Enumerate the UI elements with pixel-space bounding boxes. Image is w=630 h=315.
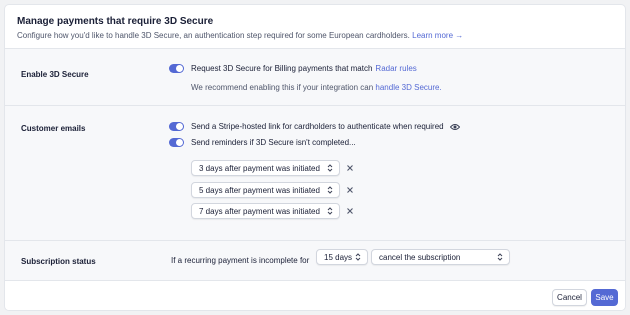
subscription-status-label: Subscription status (21, 257, 96, 266)
reminder-select-2[interactable]: 5 days after payment was initiated (191, 182, 340, 198)
reminder-select-3-value: 7 days after payment was initiated (199, 206, 320, 216)
toggle-on-icon[interactable] (169, 138, 184, 147)
save-button[interactable]: Save (591, 289, 618, 306)
page-title: Manage payments that require 3D Secure (17, 16, 214, 27)
enable-3ds-note: We recommend enabling this if your integ… (191, 83, 442, 92)
enable-3ds-note-text: We recommend enabling this if your integ… (191, 83, 374, 92)
days-select[interactable]: 15 days (316, 249, 368, 265)
radar-rules-link[interactable]: Radar rules (375, 64, 416, 73)
reminder-select-1[interactable]: 3 days after payment was initiated (191, 160, 340, 176)
chevron-updown-icon (355, 253, 361, 261)
learn-more-link[interactable]: Learn more → (412, 31, 463, 40)
email-option-2-text: Send reminders if 3D Secure isn't comple… (191, 138, 356, 147)
reminder-select-3[interactable]: 7 days after payment was initiated (191, 203, 340, 219)
chevron-updown-icon (497, 253, 503, 261)
reminder-select-1-value: 3 days after payment was initiated (199, 163, 320, 173)
toggle-on-icon[interactable] (169, 64, 184, 73)
enable-3ds-label: Enable 3D Secure (21, 70, 89, 79)
action-select[interactable]: cancel the subscription (371, 249, 510, 265)
enable-3ds-row: Request 3D Secure for Billing payments t… (169, 64, 417, 73)
reminder-select-2-value: 5 days after payment was initiated (199, 185, 320, 195)
handle-3ds-link[interactable]: handle 3D Secure. (375, 83, 441, 92)
chevron-updown-icon (327, 186, 333, 194)
arrow-right-icon: → (455, 31, 464, 40)
email-option-1-row: Send a Stripe-hosted link for cardholder… (169, 122, 460, 131)
card-footer: Cancel Save (5, 281, 625, 310)
close-icon[interactable] (345, 206, 355, 216)
action-select-value: cancel the subscription (379, 252, 461, 262)
subscription-prefix-text: If a recurring payment is incomplete for (171, 256, 310, 265)
close-icon[interactable] (345, 163, 355, 173)
toggle-on-icon[interactable] (169, 122, 184, 131)
chevron-updown-icon (327, 164, 333, 172)
email-option-2-row: Send reminders if 3D Secure isn't comple… (169, 138, 356, 147)
page-description: Configure how you'd like to handle 3D Se… (17, 30, 625, 41)
email-option-1-text: Send a Stripe-hosted link for cardholder… (191, 122, 444, 131)
customer-emails-label: Customer emails (21, 124, 86, 133)
learn-more-label: Learn more (412, 31, 454, 40)
close-icon[interactable] (345, 185, 355, 195)
chevron-updown-icon (327, 207, 333, 215)
settings-card: Manage payments that require 3D Secure C… (4, 4, 626, 311)
section-customer-emails: Customer emails Send a Stripe-hosted lin… (5, 106, 625, 241)
cancel-button[interactable]: Cancel (552, 289, 587, 306)
section-subscription-status: Subscription status (5, 241, 625, 281)
eye-icon[interactable] (449, 123, 460, 131)
enable-3ds-toggle-text: Request 3D Secure for Billing payments t… (191, 64, 373, 73)
description-text: Configure how you'd like to handle 3D Se… (17, 31, 410, 40)
days-select-value: 15 days (324, 252, 353, 262)
card-header: Manage payments that require 3D Secure C… (5, 5, 625, 49)
section-enable-3ds: Enable 3D Secure Request 3D Secure for B… (5, 49, 625, 106)
